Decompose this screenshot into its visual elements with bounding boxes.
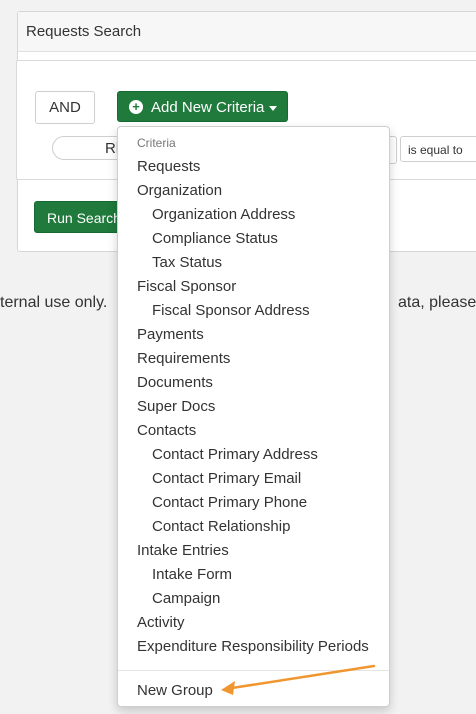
menu-item-contact-primary-email[interactable]: Contact Primary Email: [152, 470, 301, 487]
run-search-button[interactable]: Run Search: [34, 201, 124, 233]
menu-item-contact-relationship[interactable]: Contact Relationship: [152, 518, 290, 535]
menu-divider: [118, 670, 389, 671]
menu-item-super-docs[interactable]: Super Docs: [137, 398, 215, 415]
menu-item-documents[interactable]: Documents: [137, 374, 213, 391]
menu-item-new-group[interactable]: New Group: [137, 682, 213, 699]
panel-title: Requests Search: [18, 12, 476, 52]
menu-item-fiscal-sponsor[interactable]: Fiscal Sponsor: [137, 278, 236, 295]
menu-item-contact-primary-phone[interactable]: Contact Primary Phone: [152, 494, 307, 511]
menu-item-organization[interactable]: Organization: [137, 182, 222, 199]
menu-item-activity[interactable]: Activity: [137, 614, 185, 631]
menu-item-fiscal-sponsor-address[interactable]: Fiscal Sponsor Address: [152, 302, 310, 319]
menu-header: Criteria: [137, 136, 176, 150]
and-operator-button[interactable]: AND: [35, 91, 95, 124]
add-new-criteria-button[interactable]: + Add New Criteria: [117, 91, 288, 122]
menu-item-compliance-status[interactable]: Compliance Status: [152, 230, 278, 247]
criteria-dropdown-menu: Criteria Requests Organization Organizatio…: [117, 126, 390, 707]
menu-item-intake-entries[interactable]: Intake Entries: [137, 542, 229, 559]
menu-item-tax-status[interactable]: Tax Status: [152, 254, 222, 271]
menu-item-contact-primary-address[interactable]: Contact Primary Address: [152, 446, 318, 463]
caret-down-icon: [269, 106, 277, 111]
menu-item-campaign[interactable]: Campaign: [152, 590, 220, 607]
menu-item-intake-form[interactable]: Intake Form: [152, 566, 232, 583]
menu-item-requirements[interactable]: Requirements: [137, 350, 230, 367]
menu-item-payments[interactable]: Payments: [137, 326, 204, 343]
menu-item-organization-address[interactable]: Organization Address: [152, 206, 295, 223]
add-new-criteria-label: Add New Criteria: [151, 99, 265, 116]
menu-item-expenditure-responsibility-periods[interactable]: Expenditure Responsibility Periods: [137, 638, 369, 655]
menu-item-contacts[interactable]: Contacts: [137, 422, 196, 439]
info-text-right: ata, please c: [398, 294, 476, 311]
plus-circle-icon: +: [129, 100, 143, 114]
operator-select[interactable]: is equal to: [400, 136, 476, 162]
menu-item-requests[interactable]: Requests: [137, 158, 200, 175]
info-text-left: ternal use only.: [0, 294, 108, 311]
